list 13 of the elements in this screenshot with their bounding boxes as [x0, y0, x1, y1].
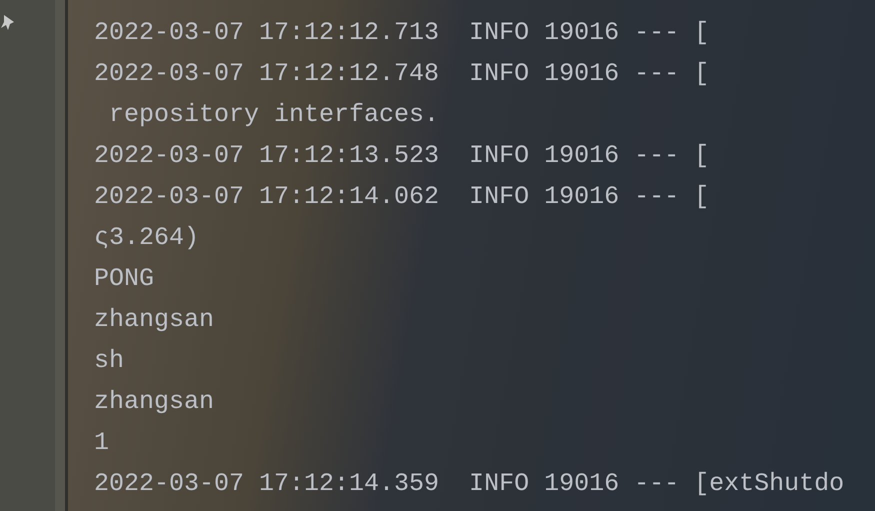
console-line: 2022-03-07 17:12:12.713 INFO 19016 --- [	[94, 17, 710, 49]
pin-icon[interactable]	[0, 14, 16, 32]
console-line: zhangsan	[94, 386, 214, 418]
console-line: sh	[94, 345, 124, 377]
console-line: 2022-03-07 17:12:12.748 INFO 19016 --- [	[94, 58, 710, 90]
console-line: PONG	[94, 263, 154, 295]
console-line: zhangsan	[94, 304, 214, 336]
console-line: 2022-03-07 17:12:14.359 INFO 19016 --- [extShutdo	[94, 468, 844, 500]
console-line: 1	[94, 427, 110, 459]
console-line: 2022-03-07 17:12:13.523 INFO 19016 --- [	[94, 140, 710, 172]
console-line: ς3.264)	[94, 222, 200, 254]
console-line: 2022-03-07 17:12:14.062 INFO 19016 --- [	[94, 181, 710, 213]
console-line: repository interfaces.	[108, 99, 440, 131]
